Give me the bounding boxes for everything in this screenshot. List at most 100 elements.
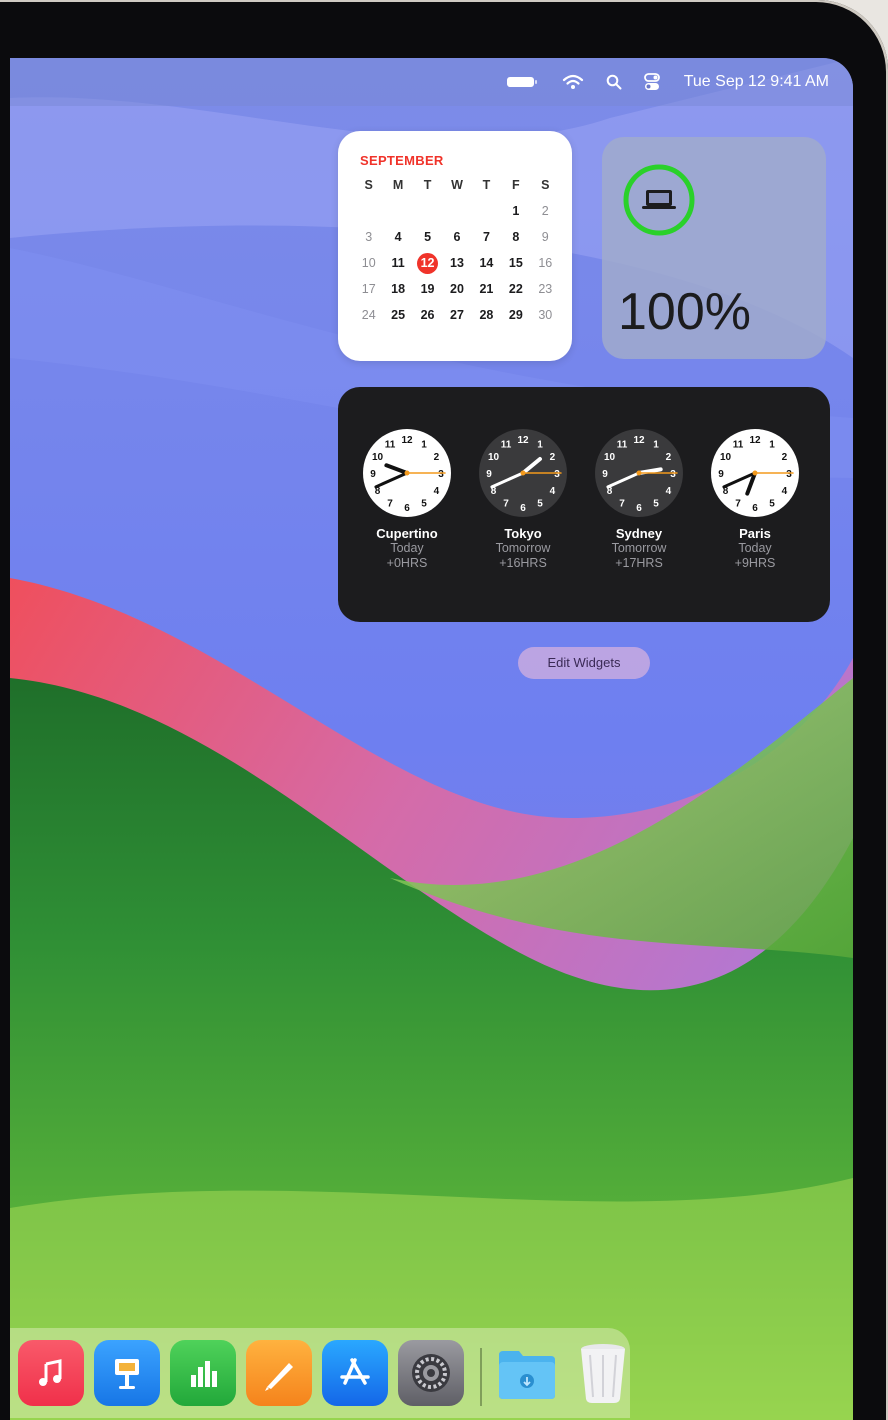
keynote-icon[interactable] xyxy=(94,1340,160,1406)
svg-text:7: 7 xyxy=(503,498,509,509)
calendar-day: 9 xyxy=(541,230,549,244)
svg-text:7: 7 xyxy=(619,498,625,509)
clock-city: Sydney xyxy=(615,526,663,541)
weekday-header: S xyxy=(541,178,550,192)
clock-offset: +9HRS xyxy=(734,556,776,570)
clock-city: Tokyo xyxy=(504,526,542,541)
calendar-day: 29 xyxy=(508,308,523,322)
world-clock-tokyo: 1 2 3 4 5 6 7 8 9 10 11 12 Tokyo Tomorrow +16HRS xyxy=(468,427,578,571)
edit-widgets-button[interactable]: Edit Widgets xyxy=(518,647,650,679)
system-settings-icon[interactable] xyxy=(398,1340,464,1406)
calendar-day: 3 xyxy=(365,230,373,244)
calendar-day: 23 xyxy=(538,282,553,296)
calendar-day: 28 xyxy=(479,308,494,322)
svg-text:9: 9 xyxy=(718,469,724,480)
calendar-widget[interactable]: SEPTEMBER S M T W T F S 1 2 3 4 5 6 7 8 9 10 11 12 13 14 15 16… xyxy=(338,131,572,361)
svg-text:5: 5 xyxy=(769,498,775,509)
calendar-day: 1 xyxy=(512,204,520,218)
calendar-empty-cell xyxy=(472,201,501,221)
world-clock-sydney: 1 2 3 4 5 6 7 8 9 10 11 12 Sydney Tomorrow +17HRS xyxy=(584,427,694,571)
svg-text:1: 1 xyxy=(769,440,775,451)
svg-text:1: 1 xyxy=(421,440,427,451)
svg-text:5: 5 xyxy=(653,498,659,509)
weekday-header: T xyxy=(423,178,432,192)
calendar-day: 7 xyxy=(482,230,490,244)
calendar-day: 11 xyxy=(391,256,405,270)
svg-text:9: 9 xyxy=(370,469,376,480)
calendar-grid: S M T W T F S 1 2 3 4 5 6 7 8 9 10 11 12 13 14 15 16 17 18 19 20 21… xyxy=(354,175,560,325)
svg-text:12: 12 xyxy=(749,435,761,446)
svg-text:3: 3 xyxy=(554,469,560,480)
wifi-icon[interactable] xyxy=(562,74,584,90)
trash-icon[interactable] xyxy=(570,1340,636,1406)
svg-text:10: 10 xyxy=(488,452,500,463)
svg-text:4: 4 xyxy=(782,486,788,497)
calendar-day: 19 xyxy=(420,282,435,296)
music-icon[interactable] xyxy=(18,1340,84,1406)
battery-icon[interactable] xyxy=(506,74,540,90)
svg-text:5: 5 xyxy=(421,498,427,509)
svg-text:2: 2 xyxy=(782,452,788,463)
svg-text:7: 7 xyxy=(735,498,741,509)
svg-text:9: 9 xyxy=(486,469,492,480)
calendar-day: 13 xyxy=(450,256,464,270)
calendar-day: 4 xyxy=(394,230,402,244)
svg-text:6: 6 xyxy=(520,503,526,514)
pages-icon[interactable] xyxy=(246,1340,312,1406)
clock-face: 1234567891011 12 xyxy=(363,429,451,517)
clock-face: 1234567891011 12 xyxy=(711,429,799,517)
clock-face: 1234567891011 12 xyxy=(479,429,567,517)
svg-text:1: 1 xyxy=(653,440,659,451)
control-center-icon[interactable] xyxy=(643,73,660,91)
calendar-today: 12 xyxy=(413,253,442,274)
svg-text:5: 5 xyxy=(537,498,543,509)
numbers-icon[interactable] xyxy=(170,1340,236,1406)
clock-city: Cupertino xyxy=(376,526,438,541)
world-clock-widget[interactable]: 1 2 3 4 5 6 7 8 9 10 11 12 Cupertino Today +0HRS 12… xyxy=(338,387,830,622)
clock-offset: +17HRS xyxy=(615,556,663,570)
svg-text:10: 10 xyxy=(604,452,616,463)
clock-day: Tomorrow xyxy=(611,541,667,555)
svg-text:7: 7 xyxy=(387,498,393,509)
app-store-icon[interactable] xyxy=(322,1340,388,1406)
calendar-day: 24 xyxy=(361,308,376,322)
weekday-header: S xyxy=(364,178,373,192)
calendar-empty-cell xyxy=(383,201,412,221)
svg-text:4: 4 xyxy=(666,486,672,497)
calendar-day: 21 xyxy=(479,282,494,296)
calendar-month: SEPTEMBER xyxy=(360,153,444,168)
svg-text:12: 12 xyxy=(633,435,645,446)
world-clock-cupertino: 1 2 3 4 5 6 7 8 9 10 11 12 Cupertino Today +0HRS xyxy=(352,427,462,571)
calendar-day: 6 xyxy=(453,230,461,244)
svg-text:1: 1 xyxy=(537,440,543,451)
clock-city: Paris xyxy=(739,526,771,541)
calendar-day: 5 xyxy=(424,230,432,244)
svg-text:11: 11 xyxy=(385,440,396,451)
weekday-header: W xyxy=(451,178,463,192)
clock-day: Today xyxy=(738,541,772,555)
laptop-icon xyxy=(642,190,676,209)
desktop-screen: Tue Sep 12 9:41 AM SEPTEMBER SMTWTFS1234… xyxy=(10,58,853,1420)
svg-text:6: 6 xyxy=(404,503,410,514)
svg-text:4: 4 xyxy=(550,486,556,497)
calendar-day: 15 xyxy=(508,256,523,270)
calendar-day: 18 xyxy=(391,282,406,296)
calendar-day: 16 xyxy=(538,256,553,270)
calendar-day: 27 xyxy=(450,308,464,322)
svg-text:6: 6 xyxy=(636,503,642,514)
spotlight-search-icon[interactable] xyxy=(606,74,622,90)
calendar-day: 17 xyxy=(361,282,376,296)
calendar-day: 8 xyxy=(512,230,520,244)
svg-text:12: 12 xyxy=(517,435,529,446)
menubar-clock[interactable]: Tue Sep 12 9:41 AM xyxy=(684,73,829,91)
svg-text:12: 12 xyxy=(401,435,413,446)
svg-text:2: 2 xyxy=(550,452,556,463)
clock-day: Today xyxy=(390,541,424,555)
svg-text:10: 10 xyxy=(372,452,384,463)
battery-widget[interactable]: 100% xyxy=(602,137,826,359)
downloads-folder-icon[interactable] xyxy=(494,1340,560,1406)
clock-face: 1234567891011 12 xyxy=(595,429,683,517)
svg-text:11: 11 xyxy=(617,440,628,451)
clock-day: Tomorrow xyxy=(495,541,551,555)
svg-text:4: 4 xyxy=(434,486,440,497)
